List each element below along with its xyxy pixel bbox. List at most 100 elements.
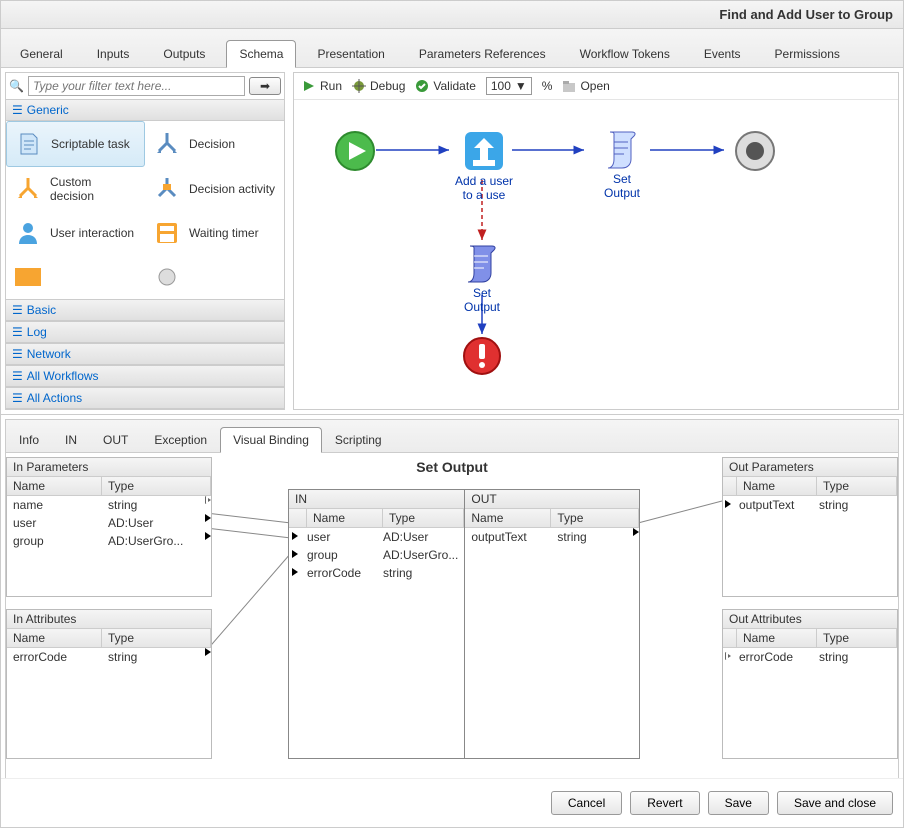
cell[interactable]: string [102,496,205,514]
cell[interactable]: string [377,564,464,582]
category-network[interactable]: ☰Network [6,343,284,365]
palette-item-decision-activity[interactable]: Decision activity [145,167,284,211]
link-handle-icon[interactable] [292,532,298,540]
tab-parameters-references[interactable]: Parameters References [406,40,559,68]
node-set-output-1[interactable]: Set Output [594,128,650,200]
node-set-output-2[interactable]: Set Output [454,242,510,314]
category-all-actions[interactable]: ☰All Actions [6,387,284,409]
col-name[interactable]: Name [737,477,817,496]
category-basic[interactable]: ☰Basic [6,299,284,321]
subtab-out[interactable]: OUT [90,427,141,453]
orange-block-icon [14,263,42,291]
cell[interactable]: AD:User [102,514,205,532]
category-log[interactable]: ☰Log [6,321,284,343]
subtab-exception[interactable]: Exception [141,427,220,453]
node-error[interactable] [462,336,502,379]
cell[interactable]: errorCode [301,564,377,582]
category-all-workflows[interactable]: ☰All Workflows [6,365,284,387]
category-generic[interactable]: ☰ Generic [6,99,284,121]
subtab-info[interactable]: Info [6,427,52,453]
cell[interactable]: errorCode [7,648,102,666]
cell[interactable]: user [7,514,102,532]
filter-go-button[interactable]: ➡ [249,77,281,95]
palette-item-scriptable-task[interactable]: Scriptable task [6,121,145,167]
palette-item-extra2[interactable] [145,255,284,299]
cell[interactable]: group [301,546,377,564]
node-label: Set Output [594,172,650,200]
link-handle-icon[interactable] [292,568,298,576]
cancel-button[interactable]: Cancel [551,791,622,815]
col-type[interactable]: Type [551,509,639,528]
cell[interactable]: group [7,532,102,550]
tab-general[interactable]: General [7,40,76,68]
cell[interactable]: string [813,648,897,666]
cell[interactable]: string [551,528,633,546]
palette-item-extra1[interactable] [6,255,145,299]
palette-item-custom-decision[interactable]: Custom decision [6,167,145,211]
link-handle-icon[interactable] [292,550,298,558]
tab-outputs[interactable]: Outputs [150,40,218,68]
col-name[interactable]: Name [737,629,817,648]
cell[interactable]: user [301,528,377,546]
cell[interactable]: AD:UserGro... [102,532,205,550]
palette-item-waiting-timer[interactable]: Waiting timer [145,211,284,255]
link-handle-icon[interactable] [725,500,731,508]
save-close-button[interactable]: Save and close [777,791,893,815]
validate-button[interactable]: Validate [415,79,475,93]
revert-button[interactable]: Revert [630,791,699,815]
link-handle-icon[interactable] [205,496,211,504]
tab-inputs[interactable]: Inputs [84,40,143,68]
debug-button[interactable]: Debug [352,79,405,93]
link-handle-icon[interactable] [205,532,211,540]
cell[interactable]: errorCode [733,648,813,666]
binding-canvas[interactable]: Set Output In Parameters NameType namest… [6,453,898,778]
col-type[interactable]: Type [102,477,211,496]
cell[interactable]: AD:UserGro... [377,546,464,564]
col-type[interactable]: Type [817,477,897,496]
cell[interactable]: outputText [465,528,551,546]
palette-item-decision[interactable]: Decision [145,121,284,167]
workflow-canvas[interactable]: Add a user to a use Set Output Set Outpu… [294,100,898,409]
panel-title-label: In Attributes [7,610,211,629]
zoom-select[interactable]: 100▼ [486,77,532,95]
node-end[interactable] [734,130,776,175]
tab-permissions[interactable]: Permissions [762,40,853,68]
cell[interactable]: AD:User [377,528,464,546]
col-name[interactable]: Name [465,509,551,528]
outbox-title: OUT [465,490,639,509]
open-button[interactable]: Open [562,79,609,93]
save-button[interactable]: Save [708,791,769,815]
link-handle-icon[interactable] [725,652,731,660]
panel-out-attributes: Out Attributes NameType errorCodestring [722,609,898,759]
tab-schema[interactable]: Schema [226,40,296,68]
cell[interactable]: name [7,496,102,514]
cell[interactable]: outputText [733,496,813,514]
panel-title-label: In Parameters [7,458,211,477]
run-button[interactable]: Run [302,79,342,93]
palette-filter-input[interactable] [28,76,245,96]
subtab-in[interactable]: IN [52,427,90,453]
tab-presentation[interactable]: Presentation [304,40,397,68]
col-type[interactable]: Type [383,509,464,528]
subtab-scripting[interactable]: Scripting [322,427,395,453]
timer-icon [153,219,181,247]
col-name[interactable]: Name [7,477,102,496]
col-name[interactable]: Name [307,509,383,528]
col-name[interactable]: Name [7,629,102,648]
node-add-user[interactable]: Add a user to a use [454,128,514,202]
tab-workflow-tokens[interactable]: Workflow Tokens [567,40,683,68]
footer-bar: Cancel Revert Save Save and close [1,778,903,827]
palette-item-user-interaction[interactable]: User interaction [6,211,145,255]
col-type[interactable]: Type [817,629,897,648]
link-handle-icon[interactable] [205,648,211,656]
list-icon: ☰ [12,369,23,383]
cell[interactable]: string [102,648,205,666]
node-start[interactable] [334,130,376,175]
subtab-visual-binding[interactable]: Visual Binding [220,427,322,453]
link-handle-icon[interactable] [205,514,211,522]
link-handle-icon[interactable] [633,528,639,536]
custom-decision-icon [14,175,42,203]
tab-events[interactable]: Events [691,40,754,68]
cell[interactable]: string [813,496,897,514]
col-type[interactable]: Type [102,629,211,648]
